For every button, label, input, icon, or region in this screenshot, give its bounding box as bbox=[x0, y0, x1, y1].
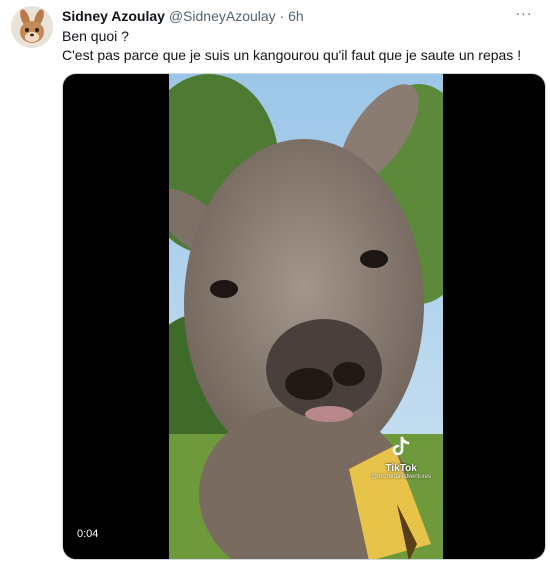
tiktok-username: @mcmedavidventures bbox=[371, 474, 431, 480]
more-options-icon[interactable]: ··· bbox=[512, 4, 536, 24]
tiktok-label: TikTok bbox=[385, 463, 417, 474]
author-handle[interactable]: @SidneyAzoulay bbox=[169, 8, 276, 24]
tweet: Sidney Azoulay @SidneyAzoulay · 6h ··· B… bbox=[0, 0, 550, 566]
squirrel-avatar-icon bbox=[11, 6, 53, 48]
tweet-header: Sidney Azoulay @SidneyAzoulay · 6h bbox=[62, 7, 304, 25]
tweet-text-line: C'est pas parce que je suis un kangourou… bbox=[62, 47, 522, 63]
kangaroo-video-image bbox=[169, 74, 443, 559]
tiktok-logo-icon bbox=[392, 436, 410, 456]
video-frame[interactable]: TikTok @mcmedavidventures bbox=[169, 74, 443, 559]
tweet-time[interactable]: 6h bbox=[288, 8, 304, 24]
author-name[interactable]: Sidney Azoulay bbox=[62, 8, 165, 24]
avatar[interactable] bbox=[11, 6, 53, 48]
video-duration: 0:04 bbox=[73, 526, 103, 543]
separator-dot: · bbox=[279, 8, 285, 24]
video-player[interactable]: TikTok @mcmedavidventures 0:04 bbox=[62, 73, 546, 560]
tweet-text-line: Ben quoi ? bbox=[62, 28, 129, 44]
tiktok-watermark: TikTok @mcmedavidventures bbox=[371, 436, 431, 480]
tweet-text: Ben quoi ? C'est pas parce que je suis u… bbox=[62, 27, 521, 65]
